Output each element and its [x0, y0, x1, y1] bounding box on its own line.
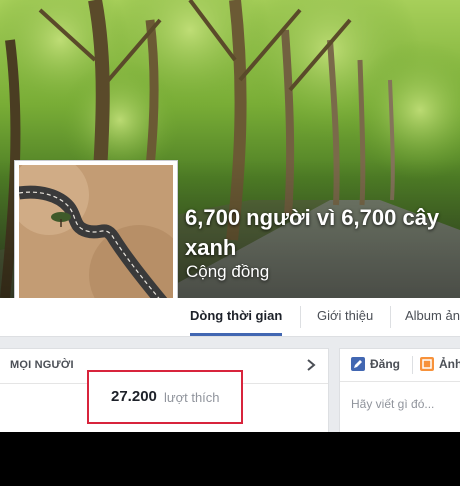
tab-albums[interactable]: Album ảnh — [405, 298, 460, 336]
profile-image — [19, 165, 173, 319]
tab-divider — [300, 306, 301, 328]
likes-count: 27.200 — [111, 388, 157, 405]
post-composer: Đăng Ảnh Hãy viết gì đó... — [339, 348, 460, 432]
winding-road-image — [19, 165, 173, 319]
chevron-right-icon[interactable] — [304, 358, 318, 372]
page-category[interactable]: Cộng đồng — [186, 262, 269, 282]
post-photo-label: Ảnh — [439, 357, 460, 371]
composer-tabs: Đăng Ảnh — [340, 349, 460, 382]
composer-divider — [412, 356, 413, 374]
tab-about[interactable]: Giới thiệu — [317, 298, 373, 336]
people-box-title: MỌI NGƯỜI — [10, 359, 74, 371]
tab-timeline[interactable]: Dòng thời gian — [190, 298, 283, 336]
likes-label: lượt thích — [164, 390, 220, 405]
photo-icon — [420, 357, 434, 371]
post-photo-button[interactable]: Ảnh — [420, 357, 460, 371]
post-status-label: Đăng — [370, 357, 400, 371]
pencil-icon — [351, 357, 365, 371]
likes-count-highlight[interactable]: 27.200 lượt thích — [87, 370, 243, 424]
page-tab-bar: Dòng thời gian Giới thiệu Album ảnh — [0, 298, 460, 337]
composer-input[interactable]: Hãy viết gì đó... — [351, 397, 434, 411]
facebook-page: 6,700 người vì 6,700 cây xanh Cộng đồng … — [0, 0, 460, 432]
page-title[interactable]: 6,700 người vì 6,700 cây xanh — [185, 203, 460, 263]
post-status-button[interactable]: Đăng — [351, 357, 400, 371]
tab-divider — [390, 306, 391, 328]
